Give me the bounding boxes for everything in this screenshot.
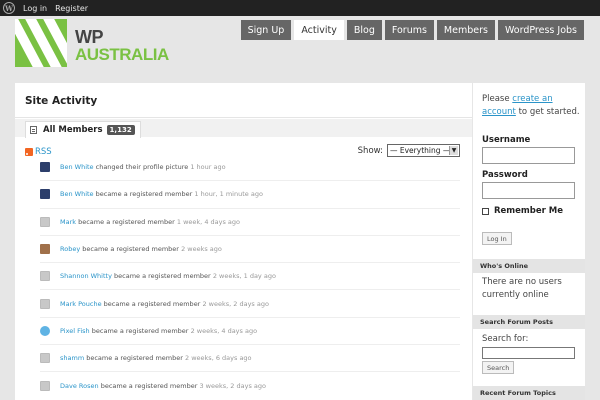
member-count-badge: 1,132 xyxy=(106,125,135,135)
activity-action: became a registered member xyxy=(82,245,179,254)
member-link[interactable]: Mark Pouche xyxy=(60,300,102,308)
admin-bar: W Log in Register xyxy=(0,0,600,16)
avatar[interactable] xyxy=(40,216,50,227)
activity-text: Ben White changed their profile picture … xyxy=(60,163,226,171)
avatar[interactable] xyxy=(40,189,50,200)
avatar[interactable] xyxy=(40,271,50,282)
activity-time[interactable]: 2 weeks ago xyxy=(181,245,222,253)
activity-action: became a registered member xyxy=(91,326,189,335)
activity-action: became a registered member xyxy=(103,299,201,308)
logo-text-australia: AUSTRALIA xyxy=(75,45,169,64)
activity-item: Robey became a registered member 2 weeks… xyxy=(40,236,460,264)
member-link[interactable]: Dave Rosen xyxy=(60,382,99,390)
wordpress-logo-icon[interactable]: W xyxy=(3,2,15,14)
activity-text: Dave Rosen became a registered member 3 … xyxy=(60,382,266,390)
recent-topics-title: Recent Forum Topics xyxy=(473,386,585,400)
activity-text: Ben White became a registered member 1 h… xyxy=(60,190,263,198)
activity-item: Mark became a registered member 1 week, … xyxy=(40,209,460,236)
login-prompt: Please create an account to get started. xyxy=(482,93,580,119)
avatar[interactable] xyxy=(40,162,50,173)
register-link[interactable]: Register xyxy=(55,4,88,13)
activity-tabs: All Members 1,132 xyxy=(15,119,472,138)
content-header: Site Activity xyxy=(15,83,472,118)
activity-action: became a registered member xyxy=(86,354,183,363)
login-link[interactable]: Log in xyxy=(23,4,47,13)
logo-text-wp: WP xyxy=(75,27,104,47)
avatar[interactable] xyxy=(40,244,50,255)
password-label: Password xyxy=(482,170,528,180)
activity-time[interactable]: 2 weeks, 4 days ago xyxy=(191,327,258,335)
tab-label: All Members xyxy=(43,125,103,135)
activity-time[interactable]: 1 week, 4 days ago xyxy=(177,218,240,226)
activity-item: Dave Rosen became a registered member 3 … xyxy=(40,372,460,399)
logo-mark-icon xyxy=(15,19,67,67)
activity-time[interactable]: 3 weeks, 2 days ago xyxy=(199,382,266,390)
whos-online-text: There are no users currently online xyxy=(482,277,562,300)
activity-time[interactable]: 2 weeks, 2 days ago xyxy=(202,300,269,308)
activity-stream: Ben White changed their profile picture … xyxy=(40,154,460,400)
site-logo[interactable]: WP AUSTRALIA xyxy=(15,19,170,67)
activity-time[interactable]: 2 weeks, 6 days ago xyxy=(185,354,252,362)
member-link[interactable]: Shannon Whitty xyxy=(60,272,112,280)
forum-search-input[interactable] xyxy=(482,347,575,359)
search-button[interactable]: Search xyxy=(482,361,515,374)
activity-item: Ben White changed their profile picture … xyxy=(40,154,460,182)
activity-time[interactable]: 1 hour ago xyxy=(190,163,225,171)
password-field[interactable] xyxy=(482,182,575,199)
remember-me[interactable]: Remember Me xyxy=(482,206,563,216)
list-icon xyxy=(30,126,37,134)
member-link[interactable]: shamm xyxy=(60,354,84,362)
login-prompt-post: to get started. xyxy=(518,107,580,117)
activity-action: became a registered member xyxy=(100,382,198,391)
avatar[interactable] xyxy=(40,381,50,392)
sidebar: Please create an account to get started.… xyxy=(473,83,585,400)
activity-text: shamm became a registered member 2 weeks… xyxy=(60,354,252,362)
nav-forums[interactable]: Forums xyxy=(384,20,434,40)
username-label: Username xyxy=(482,135,531,145)
member-link[interactable]: Pixel Fish xyxy=(60,327,90,335)
activity-action: became a registered member xyxy=(78,217,175,226)
activity-text: Robey became a registered member 2 weeks… xyxy=(60,245,222,253)
activity-text: Mark became a registered member 1 week, … xyxy=(60,218,240,226)
main-nav: Sign Up Activity Blog Forums Members Wor… xyxy=(240,20,584,40)
activity-action: changed their profile picture xyxy=(95,163,189,172)
activity-item: Shannon Whitty became a registered membe… xyxy=(40,263,460,291)
remember-label: Remember Me xyxy=(494,206,564,216)
activity-text: Pixel Fish became a registered member 2 … xyxy=(60,327,257,335)
member-link[interactable]: Mark xyxy=(60,218,76,226)
activity-action: became a registered member xyxy=(95,190,193,199)
activity-item: shamm became a registered member 2 weeks… xyxy=(40,345,460,373)
activity-action: became a registered member xyxy=(114,272,211,281)
activity-item: Pixel Fish became a registered member 2 … xyxy=(40,318,460,346)
login-prompt-pre: Please xyxy=(482,94,510,104)
remember-checkbox[interactable] xyxy=(482,207,489,215)
member-link[interactable]: Ben White xyxy=(60,190,94,198)
nav-sign-up[interactable]: Sign Up xyxy=(240,20,292,40)
activity-text: Mark Pouche became a registered member 2… xyxy=(60,300,269,308)
nav-activity[interactable]: Activity xyxy=(294,20,344,40)
rss-icon xyxy=(25,148,33,156)
member-link[interactable]: Ben White xyxy=(60,163,94,171)
login-button[interactable]: Log In xyxy=(482,232,512,245)
activity-text: Shannon Whitty became a registered membe… xyxy=(60,272,276,280)
page-title: Site Activity xyxy=(25,95,98,107)
nav-blog[interactable]: Blog xyxy=(346,20,382,40)
main-content: Site Activity All Members 1,132 RSS Show… xyxy=(15,83,472,400)
avatar[interactable] xyxy=(40,353,50,364)
nav-members[interactable]: Members xyxy=(436,20,495,40)
member-link[interactable]: Robey xyxy=(60,245,80,253)
avatar[interactable] xyxy=(40,325,50,336)
username-field[interactable] xyxy=(482,147,575,164)
activity-time[interactable]: 1 hour, 1 minute ago xyxy=(194,190,263,198)
activity-item: Ben White became a registered member 1 h… xyxy=(40,181,460,209)
tab-all-members[interactable]: All Members 1,132 xyxy=(25,121,141,138)
avatar[interactable] xyxy=(40,298,50,309)
search-forum-title: Search Forum Posts xyxy=(473,315,585,329)
search-for-label: Search for: xyxy=(482,334,529,344)
whos-online-title: Who's Online xyxy=(473,259,585,273)
activity-time[interactable]: 2 weeks, 1 day ago xyxy=(213,272,276,280)
activity-item: Mark Pouche became a registered member 2… xyxy=(40,290,460,318)
nav-wordpress-jobs[interactable]: WordPress Jobs xyxy=(497,20,584,40)
